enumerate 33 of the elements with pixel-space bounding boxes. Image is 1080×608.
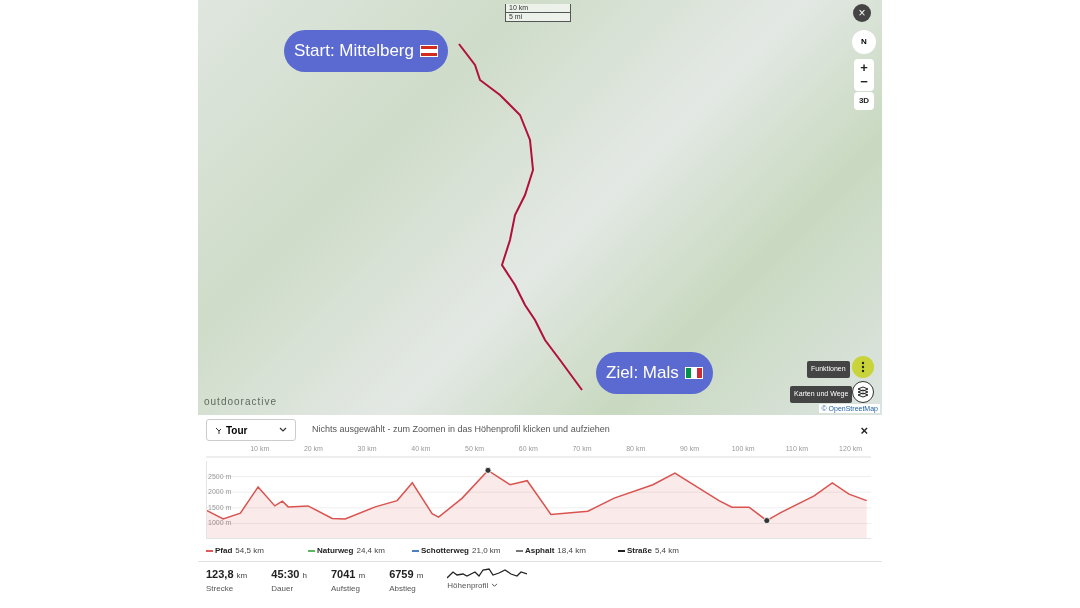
compass-button[interactable]: N <box>852 30 876 54</box>
waypoint-marker[interactable] <box>763 517 771 524</box>
3d-button[interactable]: 3D <box>854 92 874 110</box>
flag-icon <box>420 44 438 57</box>
stat-value: 6759 m <box>389 567 424 582</box>
tour-dropdown[interactable]: Tour <box>206 419 296 441</box>
callout-text: Start: Mittelberg <box>294 40 414 62</box>
close-button[interactable]: × <box>860 423 868 437</box>
stat-value: 45:30 h <box>271 567 307 582</box>
legend-item: Pfad 54,5 km <box>206 545 308 557</box>
legend-item: Naturweg 24,4 km <box>308 545 412 557</box>
legend-item: Schotterweg 21,0 km <box>412 545 516 557</box>
callout-text: Ziel: Mals <box>606 362 679 384</box>
layers-icon <box>857 386 869 398</box>
legend-item: Straße 5,4 km <box>618 545 718 557</box>
stat-label: Aufstieg <box>330 582 361 595</box>
stat-label: Abstieg <box>389 582 417 595</box>
stat-value: 7041 m <box>330 567 366 582</box>
close-button[interactable]: × <box>853 4 871 22</box>
flag-icon <box>684 366 703 379</box>
layers-button[interactable] <box>852 381 874 403</box>
menu-button[interactable] <box>852 356 874 378</box>
stat-label: Dauer <box>271 582 295 595</box>
chevron-icon <box>279 427 287 433</box>
stat-label: Strecke <box>206 582 235 595</box>
hint-text: Nichts ausgewählt - zum Zoomen in das Höhenprofil klicken und aufziehen <box>312 423 611 437</box>
profile-toggle[interactable]: Höhenprofil <box>447 580 528 592</box>
legend-item: Asphalt 18,4 km <box>516 545 618 557</box>
zoom-out-button[interactable]: − <box>854 73 874 91</box>
stat-value: 123,8 km <box>206 567 248 582</box>
map-logo: outdooractive <box>204 396 279 408</box>
waypoint-marker[interactable] <box>484 466 492 474</box>
chevron-icon <box>491 583 499 589</box>
